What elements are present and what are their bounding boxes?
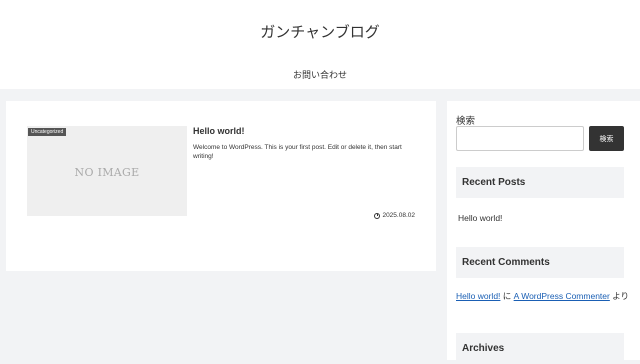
nav-item-contact[interactable]: お問い合わせ [0,68,640,81]
post-excerpt: Welcome to WordPress. This is your first… [193,144,402,160]
recent-post-link[interactable]: Hello world! [458,213,502,223]
post-date: 2025.08.02 [374,212,415,219]
recent-comments-heading: Recent Comments [456,247,624,278]
site-header: ガンチャンブログ お問い合わせ [0,0,640,89]
clock-icon [374,212,381,219]
recent-posts-heading: Recent Posts [456,167,624,198]
comment-author-link[interactable]: A WordPress Commenter [514,291,610,301]
search-button[interactable]: 検索 [589,126,624,151]
no-image-placeholder: NO IMAGE [74,166,140,179]
post-thumbnail[interactable]: Uncategorized NO IMAGE [27,126,187,216]
comment-post-link[interactable]: Hello world! [456,291,500,301]
comment-suffix: より [609,291,630,301]
search-input[interactable] [456,126,584,151]
site-title[interactable]: ガンチャンブログ [0,21,640,42]
post-card[interactable]: Uncategorized NO IMAGE Hello world! Welc… [27,126,415,219]
post-date-text: 2025.08.02 [382,212,415,219]
sidebar: 検索 検索 Recent Posts Hello world! Recent C… [447,101,640,364]
main-content: Uncategorized NO IMAGE Hello world! Welc… [6,101,436,271]
search-label: 検索 [456,116,476,127]
recent-comment-item: Hello world! に A WordPress Commenter より [456,288,632,304]
archives-heading: Archives [456,333,624,364]
comment-connector: に [500,291,514,301]
post-title[interactable]: Hello world! [193,126,245,136]
category-badge: Uncategorized [28,128,67,136]
